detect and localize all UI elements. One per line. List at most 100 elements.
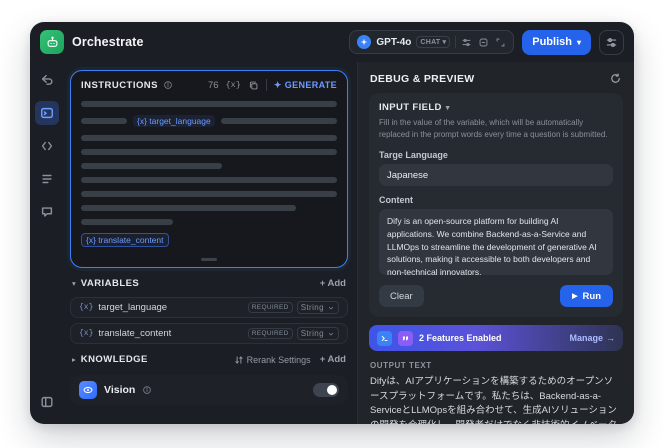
input-field-card: INPUT FIELD ▾ Fill in the value of the v… [369, 93, 623, 317]
debug-preview-panel: DEBUG & PREVIEW INPUT FIELD ▾ Fill in th… [358, 62, 634, 424]
robot-icon [47, 36, 57, 47]
publish-button[interactable]: Publish ▾ [522, 29, 591, 55]
model-provider-icon [357, 35, 372, 49]
skeleton-line [81, 135, 337, 141]
app-settings-button[interactable] [599, 29, 624, 55]
model-selector[interactable]: GPT-4o CHAT ▾ [349, 30, 515, 54]
info-icon [164, 81, 172, 89]
sidebar-item-orchestrate[interactable] [35, 101, 59, 125]
left-icon-rail [30, 62, 64, 424]
features-banner[interactable]: 2 Features Enabled Manage → [369, 325, 623, 351]
app-header: Orchestrate GPT-4o CHAT ▾ Publish ▾ [30, 22, 634, 62]
chevron-down-icon: ▾ [445, 103, 450, 112]
arrow-right-icon: → [606, 333, 615, 343]
instructions-title: INSTRUCTIONS [81, 79, 158, 91]
rerank-settings-button[interactable]: Rerank Settings [234, 355, 311, 365]
skeleton-line [220, 118, 337, 124]
add-knowledge-button[interactable]: + Add [320, 354, 346, 365]
type-badge[interactable]: String [296, 301, 339, 314]
variable-name: target_language [98, 302, 168, 313]
feature-icon-2 [398, 330, 413, 346]
collapse-panel-icon[interactable] [35, 390, 59, 414]
skeleton-line [81, 191, 337, 197]
chevron-down-icon: ▾ [576, 37, 581, 47]
clear-button[interactable]: Clear [379, 285, 424, 307]
code-icon [41, 141, 53, 151]
model-name: GPT-4o [376, 36, 412, 48]
vision-icon [79, 381, 97, 399]
required-badge: REQUIRED [247, 328, 293, 339]
features-enabled-label: 2 Features Enabled [419, 333, 502, 343]
logs-icon [42, 174, 52, 184]
type-badge[interactable]: String [296, 327, 339, 340]
chevron-down-icon: ▾ [442, 39, 447, 46]
target-language-label: Targe Language [379, 150, 448, 160]
manage-features-button[interactable]: Manage → [569, 333, 615, 343]
input-field-description: Fill in the value of the variable, which… [379, 118, 608, 139]
knowledge-title: KNOWLEDGE [80, 354, 148, 365]
variable-row-translate-content[interactable]: {x} translate_content REQUIRED String [70, 323, 348, 344]
sparkle-icon: ✦ [273, 79, 282, 90]
feature-icon-1 [377, 330, 392, 346]
skeleton-line [81, 177, 337, 183]
vision-toggle[interactable] [313, 383, 339, 397]
vision-setting-row: Vision [70, 375, 348, 405]
required-badge: REQUIRED [247, 302, 293, 313]
refresh-icon[interactable] [609, 72, 622, 85]
vision-title: Vision [104, 384, 136, 396]
variables-header: ▾ VARIABLES + Add [70, 268, 348, 292]
instructions-char-count: 76 [207, 79, 219, 91]
skeleton-line [81, 101, 337, 107]
chevron-down-icon[interactable]: ▾ [72, 279, 76, 288]
sidebar-item-api[interactable] [35, 134, 59, 158]
model-mode-badge: CHAT ▾ [416, 36, 451, 48]
back-icon[interactable] [35, 68, 59, 92]
knowledge-header: ▸ KNOWLEDGE Rerank Settings + Add [70, 344, 348, 368]
chevron-down-icon [328, 306, 334, 310]
content-textarea[interactable]: Dify is an open-source platform for buil… [379, 209, 613, 275]
variable-token-target-language[interactable]: {x} target_language [133, 115, 215, 127]
add-variable-button[interactable]: + Add [320, 278, 346, 289]
variables-title: VARIABLES [80, 278, 140, 289]
sidebar-item-annotation[interactable] [35, 200, 59, 224]
tokens-icon[interactable] [478, 37, 489, 48]
info-icon [143, 386, 152, 394]
debug-preview-title: DEBUG & PREVIEW [370, 72, 475, 85]
variable-row-target-language[interactable]: {x} target_language REQUIRED String [70, 297, 348, 318]
insert-variable-icon[interactable]: {x} [226, 80, 241, 90]
maximize-icon[interactable] [495, 37, 506, 48]
app-window: Orchestrate GPT-4o CHAT ▾ Publish ▾ INST… [30, 22, 634, 424]
params-icon[interactable] [461, 37, 472, 48]
target-language-input[interactable]: Japanese [379, 164, 613, 186]
skeleton-line [81, 149, 337, 155]
instructions-skeleton[interactable]: {x} target_language {x} translate_conten… [71, 95, 347, 258]
copy-icon[interactable] [248, 80, 259, 91]
chat-bubble-icon [41, 207, 53, 217]
prompt-icon [41, 107, 53, 119]
generate-button[interactable]: ✦ GENERATE [274, 80, 337, 91]
rerank-icon [235, 355, 243, 364]
output-text: Difyは、AIアプリケーションを構築するためのオープンソースプラットフォームで… [370, 376, 617, 424]
skeleton-line [81, 163, 222, 169]
variable-name: translate_content [98, 328, 172, 339]
page-title: Orchestrate [72, 35, 144, 49]
variable-prefix: {x} [79, 329, 94, 338]
settings-icon [606, 37, 617, 47]
resize-handle[interactable] [201, 258, 217, 261]
content-label: Content [379, 195, 413, 205]
skeleton-line [81, 219, 174, 225]
output-text-title: OUTPUT TEXT [370, 361, 432, 370]
chevron-down-icon [328, 332, 334, 336]
orchestrate-panel: INSTRUCTIONS 76 {x} ✦ GENERATE {x} targe… [64, 62, 358, 424]
run-button[interactable]: ▶ Run [560, 285, 613, 307]
sidebar-item-logs[interactable] [35, 167, 59, 191]
instructions-card: INSTRUCTIONS 76 {x} ✦ GENERATE {x} targe… [70, 70, 348, 268]
app-logo [40, 30, 64, 54]
play-icon: ▶ [572, 293, 578, 300]
skeleton-line [81, 118, 127, 124]
input-field-header[interactable]: INPUT FIELD ▾ [379, 102, 613, 113]
variable-token-translate-content[interactable]: {x} translate_content [81, 233, 169, 247]
variable-prefix: {x} [79, 303, 94, 312]
skeleton-line [81, 205, 297, 211]
chevron-right-icon[interactable]: ▸ [72, 355, 76, 364]
